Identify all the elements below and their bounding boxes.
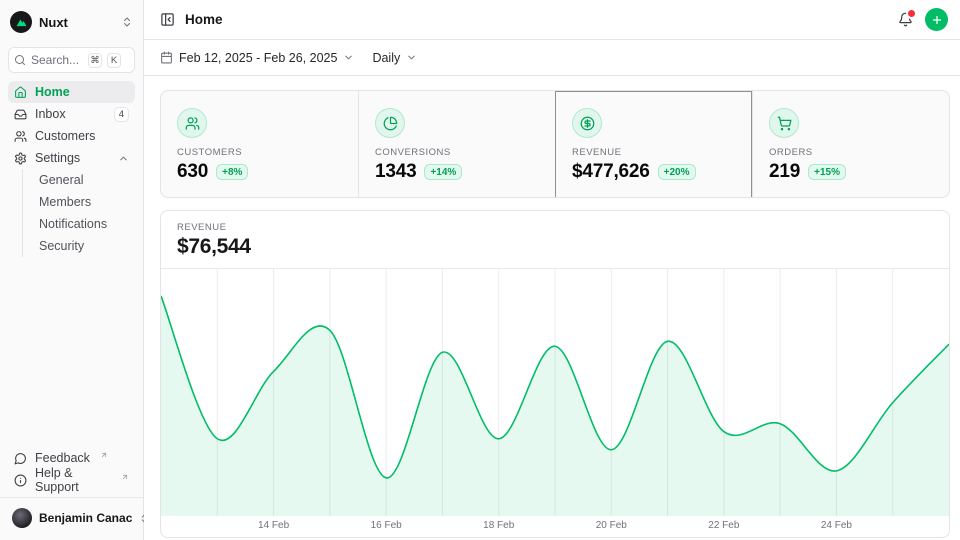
dollar-circle-icon (572, 108, 602, 138)
stat-value: 1343 (375, 161, 416, 183)
sidebar-item-label: Inbox (35, 107, 66, 121)
x-tick-label: 18 Feb (483, 520, 514, 531)
sidebar-item-customers[interactable]: Customers (8, 125, 135, 147)
sidebar: Nuxt ⌘ K Home Inbo (0, 0, 144, 540)
pie-chart-icon (375, 108, 405, 138)
external-link-icon (121, 473, 129, 481)
user-name: Benjamin Canac (39, 511, 132, 525)
kbd-k: K (107, 53, 121, 68)
external-link-icon (100, 451, 108, 459)
inbox-icon (14, 108, 27, 121)
top-header: Home (144, 0, 960, 40)
gear-icon (14, 152, 27, 165)
chevron-down-icon (343, 52, 354, 63)
stat-label: ORDERS (769, 147, 933, 158)
chevron-down-icon (406, 52, 417, 63)
sidebar-item-label: Home (35, 85, 70, 99)
sidebar-item-help-support[interactable]: Help & Support (8, 469, 135, 491)
main-panel: Home Feb 12, 2 (144, 0, 960, 540)
chart-metric-value: $76,544 (177, 235, 933, 259)
stat-value: 630 (177, 161, 208, 183)
sidebar-item-notifications[interactable]: Notifications (23, 213, 135, 235)
stat-label: CUSTOMERS (177, 147, 342, 158)
stat-card-customers[interactable]: CUSTOMERS 630 +8% (161, 91, 358, 198)
sidebar-item-inbox[interactable]: Inbox 4 (8, 103, 135, 125)
header-actions (898, 8, 948, 31)
sidebar-item-label: Help & Support (35, 466, 111, 494)
stat-delta-badge: +15% (808, 164, 846, 180)
content: CUSTOMERS 630 +8% CONVERSIONS 1343 +14% (144, 76, 960, 540)
unread-dot (908, 10, 915, 17)
search-input[interactable] (31, 53, 83, 67)
chart-metric-label: REVENUE (177, 222, 933, 233)
workspace-selector[interactable]: Nuxt (8, 8, 135, 36)
sidebar-item-security[interactable]: Security (23, 235, 135, 257)
filter-toolbar: Feb 12, 2025 - Feb 26, 2025 Daily (144, 40, 960, 76)
sidebar-item-home[interactable]: Home (8, 81, 135, 103)
search-box[interactable]: ⌘ K (8, 47, 135, 73)
sidebar-nav: Home Inbox 4 Customers Settings (8, 81, 135, 257)
date-range-picker[interactable]: Feb 12, 2025 - Feb 26, 2025 (160, 51, 354, 65)
sidebar-item-settings[interactable]: Settings (8, 147, 135, 169)
granularity-label: Daily (372, 51, 400, 65)
search-icon (14, 54, 26, 66)
x-axis: 14 Feb 16 Feb 18 Feb 20 Feb 22 Feb 24 Feb (161, 516, 949, 537)
calendar-icon (160, 51, 173, 64)
settings-children: General Members Notifications Security (22, 169, 135, 257)
stat-delta-badge: +8% (216, 164, 248, 180)
user-menu[interactable]: Benjamin Canac (8, 504, 135, 532)
app-root: Nuxt ⌘ K Home Inbo (0, 0, 960, 540)
plus-icon (931, 14, 943, 26)
stats-row: CUSTOMERS 630 +8% CONVERSIONS 1343 +14% (160, 90, 950, 198)
sidebar-divider (0, 497, 143, 498)
notifications-button[interactable] (898, 12, 913, 27)
stat-value: 219 (769, 161, 800, 183)
stat-delta-badge: +14% (424, 164, 462, 180)
sidebar-item-general[interactable]: General (23, 169, 135, 191)
sidebar-spacer (8, 257, 135, 447)
x-tick-label: 24 Feb (821, 520, 852, 531)
x-tick-label: 22 Feb (708, 520, 739, 531)
chart-plot-area[interactable] (161, 269, 949, 516)
x-tick-label: 14 Feb (258, 520, 289, 531)
cart-icon (769, 108, 799, 138)
inbox-count-badge: 4 (114, 107, 129, 122)
add-button[interactable] (925, 8, 948, 31)
x-tick-label: 20 Feb (596, 520, 627, 531)
users-icon (14, 130, 27, 143)
date-range-label: Feb 12, 2025 - Feb 26, 2025 (179, 51, 337, 65)
stat-card-orders[interactable]: ORDERS 219 +15% (752, 91, 949, 198)
kbd-cmd: ⌘ (88, 53, 102, 68)
granularity-select[interactable]: Daily (372, 51, 417, 65)
info-circle-icon (14, 474, 27, 487)
stat-label: REVENUE (572, 147, 736, 158)
stat-label: CONVERSIONS (375, 147, 539, 158)
sidebar-item-label: Feedback (35, 451, 90, 465)
page-title: Home (185, 12, 223, 27)
home-icon (14, 86, 27, 99)
panel-left-close-icon[interactable] (160, 12, 175, 27)
avatar (12, 508, 32, 528)
stat-value: $477,626 (572, 161, 650, 183)
stat-card-revenue[interactable]: REVENUE $477,626 +20% (555, 91, 752, 198)
revenue-chart-card: REVENUE $76,544 14 Feb 16 Feb 18 Feb 20 Feb… (160, 210, 950, 538)
x-tick-label: 16 Feb (371, 520, 402, 531)
nuxt-logo-icon (10, 11, 32, 33)
area-chart (161, 269, 949, 516)
chevron-up-icon (118, 153, 129, 164)
stat-delta-badge: +20% (658, 164, 696, 180)
chart-header: REVENUE $76,544 (161, 211, 949, 269)
sidebar-item-members[interactable]: Members (23, 191, 135, 213)
sidebar-item-label: Customers (35, 129, 95, 143)
workspace-name: Nuxt (39, 15, 68, 30)
chevron-up-down-icon (121, 16, 133, 28)
sidebar-item-label: Settings (35, 151, 80, 165)
users-icon (177, 108, 207, 138)
stat-card-conversions[interactable]: CONVERSIONS 1343 +14% (358, 91, 555, 198)
chat-bubble-icon (14, 452, 27, 465)
